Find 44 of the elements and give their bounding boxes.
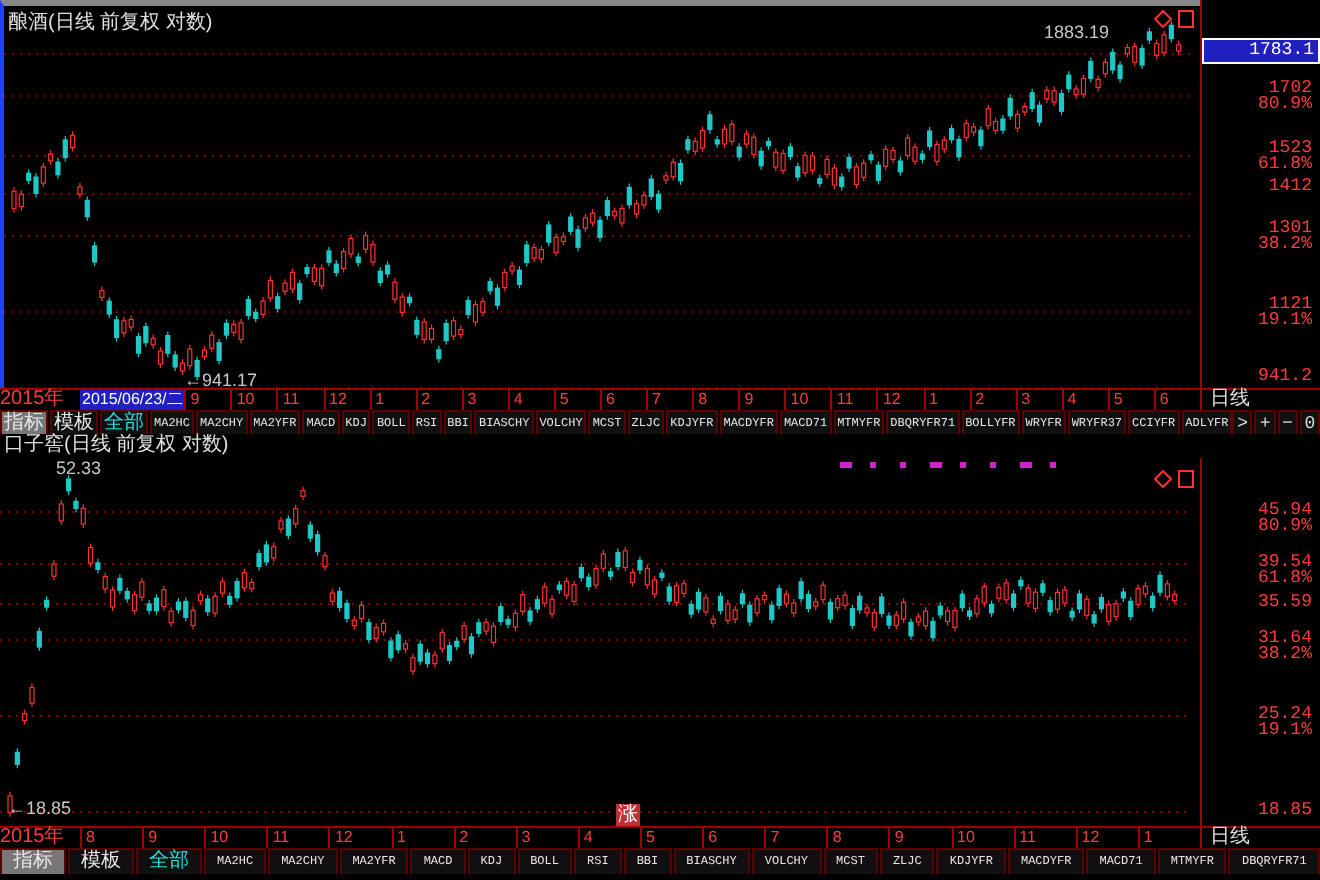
indicator-tab[interactable]: 全部: [100, 410, 148, 434]
panel-icon: [1178, 470, 1194, 488]
percent-axis-label: 38.2%: [1257, 236, 1312, 254]
price-axis-label: 25.24: [1257, 706, 1312, 724]
price-axis-label: 35.59: [1257, 594, 1312, 612]
price-axis-label: 1523: [1268, 140, 1312, 158]
indicator-tab[interactable]: 指标: [0, 848, 67, 874]
percent-axis-label: 61.8%: [1257, 570, 1312, 588]
indicator-tab[interactable]: 指标: [0, 410, 48, 434]
panel-icon: [1178, 10, 1194, 28]
percent-axis-label: 80.9%: [1257, 96, 1312, 114]
price-axis-label: 1783.1: [1202, 38, 1320, 64]
indicator-tab[interactable]: 模板: [50, 410, 98, 434]
low-price-label: ←941.17: [184, 370, 258, 388]
year-label: 2015年: [0, 828, 67, 848]
price-axis-label: 45.94: [1257, 502, 1312, 520]
zoom-button[interactable]: +: [1254, 410, 1276, 434]
year-label: 2015年: [0, 390, 67, 410]
chart-title: 口子窖(日线 前复权 对数): [2, 434, 229, 458]
diamond-icon: [1154, 10, 1172, 28]
high-price-label: 1883.19: [1044, 22, 1110, 42]
price-axis-label: 1702: [1268, 80, 1312, 98]
percent-axis-label: 19.1%: [1257, 722, 1312, 740]
percent-axis-label: 80.9%: [1257, 518, 1312, 536]
indicator-tab[interactable]: 全部: [136, 848, 203, 874]
zoom-button[interactable]: −: [1277, 410, 1298, 434]
price-axis-label: 1121: [1268, 296, 1312, 314]
percent-axis-label: 38.2%: [1257, 646, 1312, 664]
price-axis-label: 39.54: [1257, 554, 1312, 572]
price-axis-label: 18.85: [1257, 802, 1312, 820]
price-axis-label: 941.2: [1257, 368, 1312, 386]
percent-axis-label: 19.1%: [1257, 312, 1312, 330]
percent-axis-label: 61.8%: [1257, 156, 1312, 174]
price-axis-label: 1412: [1268, 178, 1312, 196]
chart-title: 酿酒(日线 前复权 对数): [8, 9, 213, 36]
zoom-button[interactable]: >: [1232, 410, 1253, 434]
date-cursor-label: 2015/06/23/二: [80, 390, 185, 410]
price-axis-label: 1301: [1268, 220, 1312, 238]
price-axis-label: 31.64: [1257, 630, 1312, 648]
zoom-button[interactable]: 0: [1299, 410, 1320, 434]
diamond-icon: [1154, 470, 1172, 488]
indicator-tab[interactable]: 模板: [68, 848, 135, 874]
high-price-label: 52.33: [56, 458, 102, 478]
rise-badge: 涨: [616, 804, 640, 826]
